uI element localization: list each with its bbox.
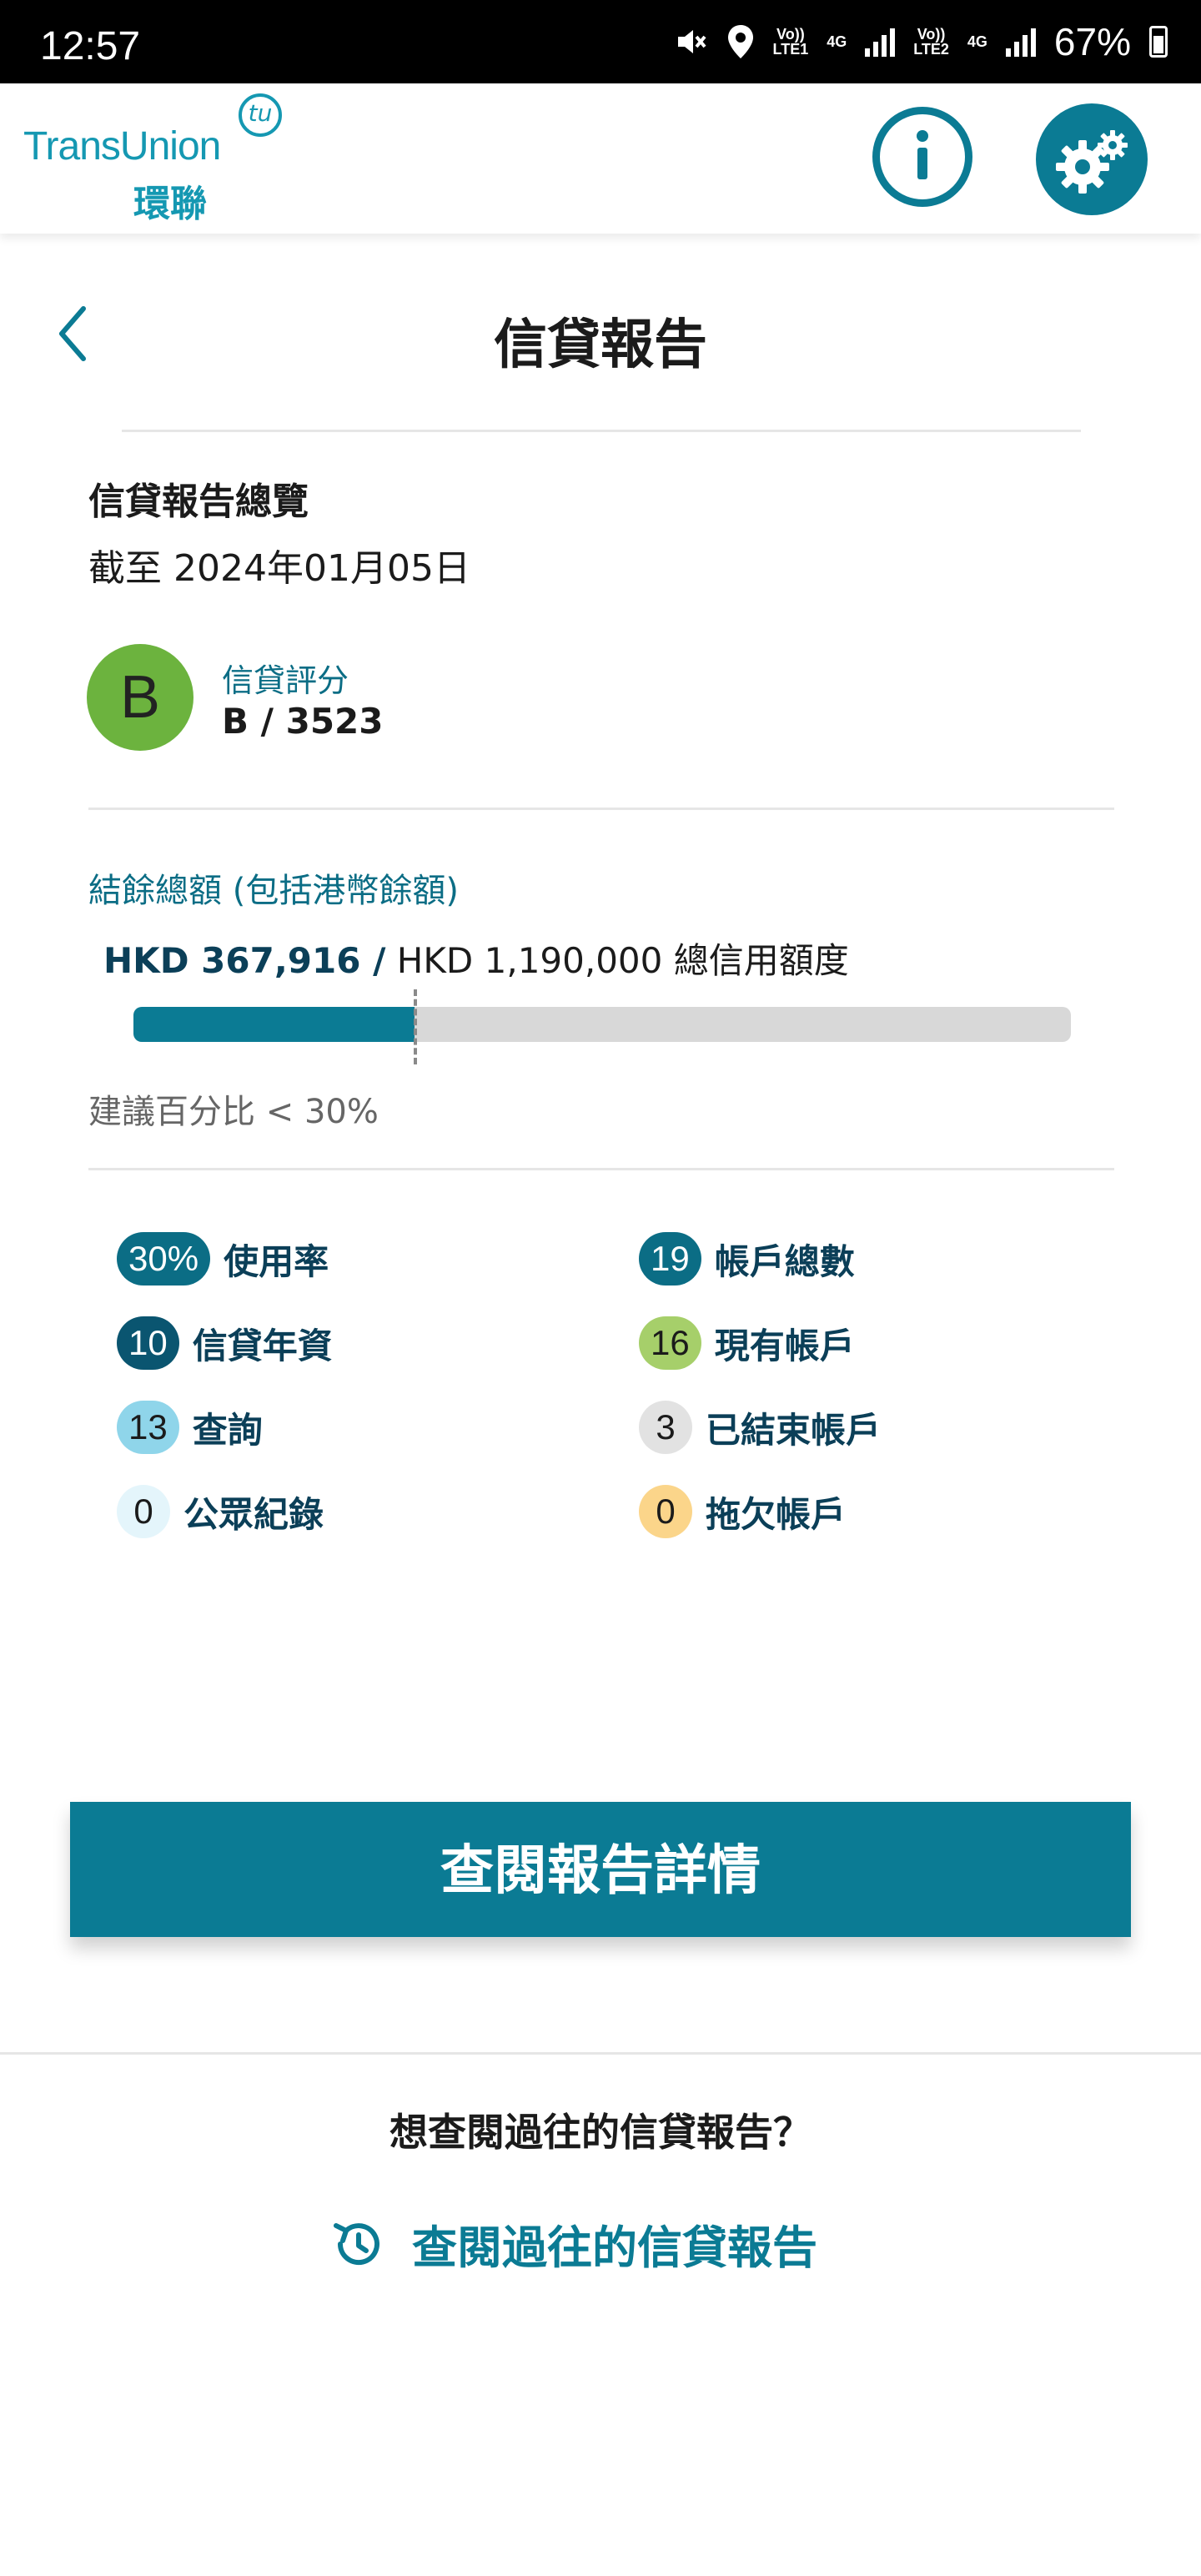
stat-public-records: 0 公眾紀錄 [117, 1485, 324, 1538]
stat-enquiries: 13 查詢 [117, 1401, 263, 1454]
summary-title: 信貸報告總覽 [88, 480, 309, 523]
recommended-note: 建議百分比 < 30% [88, 1093, 379, 1131]
credit-grade-value: B / 3523 [222, 701, 384, 742]
mute-icon [677, 30, 706, 53]
past-reports-question: 想查閱過往的信貸報告？ [389, 2110, 812, 2155]
stat-pill: 0 [117, 1485, 170, 1538]
stat-pill: 0 [639, 1485, 692, 1538]
info-icon [917, 130, 928, 179]
sim1-label: Vo)) LTE1 [772, 26, 809, 58]
stat-pill: 10 [117, 1316, 179, 1370]
recommended-marker [414, 989, 417, 1064]
stat-label: 已結束帳戶 [706, 1409, 882, 1451]
logo-chinese: 環聯 [133, 183, 207, 225]
gear-icon [1056, 130, 1128, 194]
view-report-details-button[interactable]: 查閱報告詳情 [70, 1802, 1131, 1937]
past-reports-link[interactable]: 查閱過往的信貸報告 [329, 2211, 817, 2277]
stat-utilization: 30% 使用率 [117, 1232, 329, 1285]
stat-pill: 3 [639, 1401, 692, 1454]
sim2-label: Vo)) LTE2 [913, 26, 949, 58]
footer-divider [0, 2052, 1201, 2055]
logo-text: TransUnion [23, 124, 221, 169]
stat-label: 使用率 [224, 1240, 329, 1282]
page-title: 信貸報告 [494, 314, 707, 376]
settings-button[interactable] [1036, 103, 1148, 215]
location-icon [727, 25, 753, 58]
status-time: 12:57 [40, 24, 141, 68]
past-reports-link-label: 查閱過往的信貸報告 [412, 2221, 817, 2274]
app-header: TransUnion tu 環聯 [0, 83, 1201, 234]
stat-label: 現有帳戶 [714, 1325, 855, 1366]
info-button[interactable] [872, 107, 972, 207]
utilization-bar [133, 1007, 1071, 1042]
credit-limit: HKD 1,190,000 總信用額度 [385, 940, 849, 981]
stat-credit-history: 10 信貸年資 [117, 1316, 333, 1370]
title-divider [122, 430, 1081, 432]
stat-label: 帳戶總數 [714, 1240, 855, 1282]
history-icon [334, 2222, 379, 2265]
summary-date: 截至 2024年01月05日 [88, 547, 470, 590]
stat-pill: 13 [117, 1401, 179, 1454]
stat-pill: 16 [639, 1316, 701, 1370]
sim1-network: 4G [827, 33, 847, 50]
stat-total-accounts: 19 帳戶總數 [639, 1232, 855, 1285]
balance-divider [88, 1168, 1114, 1170]
summary-divider [88, 808, 1114, 810]
stat-label: 公眾紀錄 [183, 1493, 324, 1535]
stat-pill: 19 [639, 1232, 701, 1285]
stat-delinquent-accounts: 0 拖欠帳戶 [639, 1485, 846, 1538]
stat-label: 拖欠帳戶 [706, 1493, 847, 1535]
status-icons: Vo)) LTE1 4G Vo)) LTE2 4G 67% [675, 18, 1168, 65]
sim2-network: 4G [967, 33, 987, 50]
battery-icon [1149, 26, 1168, 58]
stat-closed-accounts: 3 已結束帳戶 [639, 1401, 881, 1454]
credit-grade-badge: B [87, 644, 193, 751]
signal-icon [865, 27, 896, 57]
balance-amount: HKD 367,916 / [103, 940, 386, 981]
stat-open-accounts: 16 現有帳戶 [639, 1316, 855, 1370]
utilization-bar-fill [133, 1007, 415, 1042]
logo-mark: tu [239, 93, 282, 137]
balance-label: 結餘總額 (包括港幣餘額) [88, 872, 459, 910]
battery-percent: 67% [1053, 20, 1131, 63]
stat-pill: 30% [117, 1232, 211, 1285]
balance-line: HKD 367,916 / HKD 1,190,000 總信用額度 [103, 933, 849, 984]
stat-label: 查詢 [192, 1409, 263, 1451]
signal-icon [1005, 27, 1036, 57]
stat-label: 信貸年資 [192, 1325, 333, 1366]
credit-grade-label: 信貸評分 [222, 662, 349, 699]
status-bar: 12:57 Vo)) LTE1 4G Vo)) LTE2 4G 67% [0, 0, 1201, 83]
